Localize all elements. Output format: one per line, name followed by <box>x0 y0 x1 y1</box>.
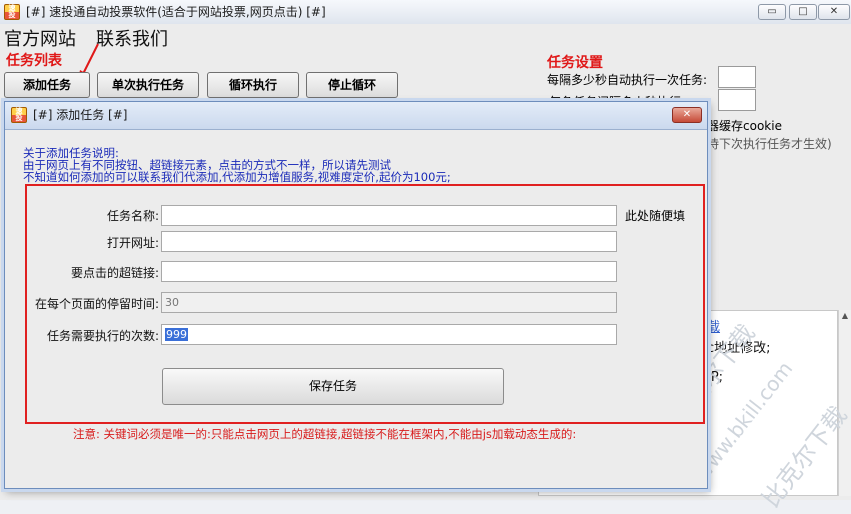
close-button[interactable]: ✕ <box>818 4 850 20</box>
task-interval-input[interactable] <box>718 89 756 111</box>
add-task-button[interactable]: 添加任务 <box>4 72 90 98</box>
main-title-bar[interactable]: 速投 [#] 速投通自动投票软件(适合于网站投票,网页点击) [#] ▭ □ ✕ <box>0 0 851 25</box>
scroll-up-arrow-icon[interactable]: ▲ <box>839 310 851 322</box>
official-site-link[interactable]: 官方网站 <box>4 25 76 51</box>
hyperlink-label: 要点击的超链接: <box>70 266 159 280</box>
dialog-close-button[interactable]: ✕ <box>672 107 702 123</box>
minimize-button[interactable]: ▭ <box>758 4 786 20</box>
single-run-button[interactable]: 单次执行任务 <box>97 72 199 98</box>
maximize-button[interactable]: □ <box>789 4 817 20</box>
open-url-label: 打开网址: <box>106 236 159 250</box>
exec-count-input[interactable]: 999 <box>161 324 617 345</box>
dialog-app-icon: 速投 <box>11 107 27 123</box>
dialog-title: [#] 添加任务 [#] <box>33 108 128 122</box>
cookie-label: 器缓存cookie <box>707 119 782 133</box>
exec-count-value: 999 <box>165 328 188 341</box>
stay-time-input[interactable]: 30 <box>161 292 617 313</box>
contact-us-link[interactable]: 联系我们 <box>96 25 168 51</box>
task-name-label: 任务名称: <box>106 209 159 223</box>
task-name-hint: 此处随便填 <box>625 209 686 223</box>
stop-loop-button[interactable]: 停止循环 <box>306 72 398 98</box>
warning-text: 注意: 关键词必须是唯一的:只能点击网页上的超链接,超链接不能在框架内,不能由j… <box>73 427 577 441</box>
cookie-note: 待下次执行任务才生效) <box>707 137 832 151</box>
dialog-title-bar[interactable]: 速投 [#] 添加任务 [#] ✕ <box>5 102 707 130</box>
task-settings-label: 任务设置 <box>547 55 603 71</box>
add-task-dialog[interactable]: 速投 [#] 添加任务 [#] ✕ 关于添加任务说明: 由于网页上有不同按钮、超… <box>4 101 708 489</box>
interval-label: 每隔多少秒自动执行一次任务: <box>547 73 708 87</box>
save-task-button[interactable]: 保存任务 <box>162 368 504 405</box>
stay-time-label: 在每个页面的停留时间: <box>34 297 159 311</box>
task-list-label: 任务列表 <box>6 53 62 69</box>
exec-count-label: 任务需要执行的次数: <box>46 329 159 343</box>
task-form-frame: 任务名称: 此处随便填 打开网址: 要点击的超链接: 在每个页面的停留时间: 3… <box>25 184 705 424</box>
log-scrollbar[interactable]: ▲ <box>838 310 851 496</box>
task-name-input[interactable] <box>161 205 617 226</box>
interval-input[interactable] <box>718 66 756 88</box>
open-url-input[interactable] <box>161 231 617 252</box>
notice-line-2: 不知道如何添加的可以联系我们代添加,代添加为增值服务,视难度定价,起价为100元… <box>23 170 451 184</box>
app-logo-icon: 速投 <box>4 4 20 20</box>
loop-run-button[interactable]: 循环执行 <box>207 72 299 98</box>
log-link[interactable]: 载 <box>707 316 720 335</box>
hyperlink-input[interactable] <box>161 261 617 282</box>
window-title: [#] 速投通自动投票软件(适合于网站投票,网页点击) [#] <box>26 5 326 19</box>
